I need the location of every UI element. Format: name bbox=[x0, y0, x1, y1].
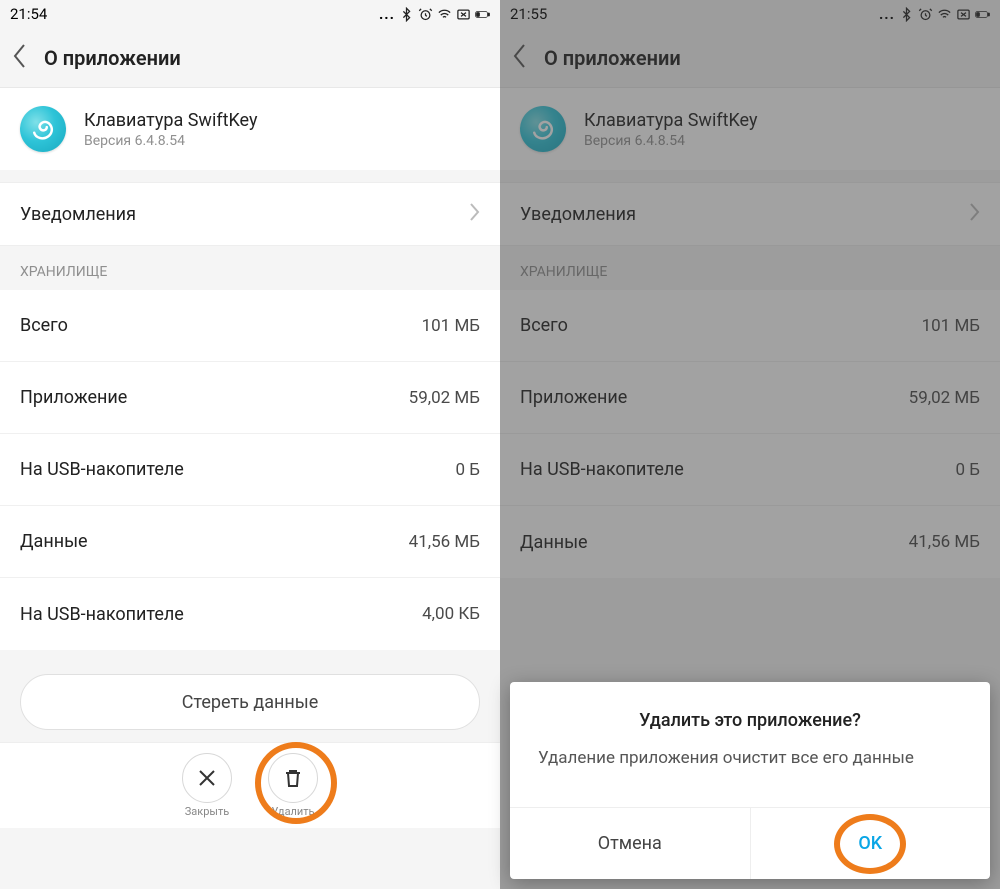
separator bbox=[0, 170, 500, 182]
notifications-row[interactable]: Уведомления bbox=[0, 182, 500, 246]
storage-label: Приложение bbox=[20, 387, 127, 408]
storage-row-usb2: На USB-накопителе 4,00 КБ bbox=[0, 578, 500, 650]
storage-row-app: Приложение 59,02 МБ bbox=[0, 362, 500, 434]
storage-section-label: ХРАНИЛИЩЕ bbox=[0, 246, 500, 290]
storage-value: 59,02 МБ bbox=[409, 388, 480, 408]
page-title: О приложении bbox=[44, 46, 181, 70]
delete-label: Удалить bbox=[271, 805, 314, 818]
chevron-right-icon bbox=[468, 202, 480, 227]
swiftkey-swirl-icon bbox=[28, 114, 58, 144]
status-time: 21:54 bbox=[10, 5, 47, 23]
status-bar: 21:54 ... bbox=[0, 0, 500, 28]
screen-left: 21:54 ... О приложении Клавиатура SwiftK… bbox=[0, 0, 500, 889]
storage-label: Всего bbox=[20, 315, 68, 336]
storage-list: Всего 101 МБ Приложение 59,02 МБ На USB-… bbox=[0, 290, 500, 650]
app-icon bbox=[20, 106, 66, 152]
storage-label: На USB-накопителе bbox=[20, 604, 184, 625]
signal-dots: ... bbox=[379, 5, 395, 23]
dialog-cancel-button[interactable]: Отмена bbox=[510, 808, 751, 879]
app-version: Версия 6.4.8.54 bbox=[84, 133, 257, 149]
app-info-card: Клавиатура SwiftKey Версия 6.4.8.54 bbox=[0, 88, 500, 170]
delete-action[interactable]: Удалить bbox=[268, 753, 318, 818]
notifications-label: Уведомления bbox=[20, 204, 136, 225]
close-label: Закрыть bbox=[185, 805, 229, 818]
close-action[interactable]: Закрыть bbox=[182, 753, 232, 818]
dismiss-box-icon bbox=[456, 7, 471, 22]
dialog-buttons: Отмена OK bbox=[510, 807, 990, 879]
alarm-icon bbox=[418, 7, 433, 22]
storage-value: 4,00 КБ bbox=[422, 604, 480, 624]
dialog-ok-button[interactable]: OK bbox=[751, 808, 991, 879]
bluetooth-icon bbox=[399, 7, 414, 22]
storage-row-usb1: На USB-накопителе 0 Б bbox=[0, 434, 500, 506]
dialog-title: Удалить это приложение? bbox=[510, 682, 990, 747]
header: О приложении bbox=[0, 28, 500, 88]
wifi-icon bbox=[437, 7, 452, 22]
battery-icon bbox=[475, 7, 490, 22]
footer-area: Стереть данные bbox=[0, 650, 500, 742]
status-icons: ... bbox=[379, 5, 490, 23]
back-button[interactable] bbox=[12, 43, 28, 73]
storage-row-total: Всего 101 МБ bbox=[0, 290, 500, 362]
screen-right: 21:55 ... О приложении Клавиатура SwiftK… bbox=[500, 0, 1000, 889]
storage-value: 0 Б bbox=[456, 460, 481, 480]
app-name: Клавиатура SwiftKey bbox=[84, 110, 257, 131]
storage-row-data: Данные 41,56 МБ bbox=[0, 506, 500, 578]
storage-value: 101 МБ bbox=[422, 316, 480, 336]
close-icon bbox=[196, 767, 218, 789]
clear-data-button[interactable]: Стереть данные bbox=[20, 674, 480, 730]
bottom-actions: Закрыть Удалить bbox=[0, 742, 500, 828]
app-text: Клавиатура SwiftKey Версия 6.4.8.54 bbox=[84, 110, 257, 149]
dialog-ok-label: OK bbox=[858, 833, 882, 854]
trash-icon bbox=[282, 767, 304, 789]
uninstall-dialog: Удалить это приложение? Удаление приложе… bbox=[510, 682, 990, 879]
dialog-message: Удаление приложения очистит все его данн… bbox=[510, 747, 990, 807]
storage-value: 41,56 МБ bbox=[409, 532, 480, 552]
storage-label: На USB-накопителе bbox=[20, 459, 184, 480]
storage-label: Данные bbox=[20, 531, 88, 552]
